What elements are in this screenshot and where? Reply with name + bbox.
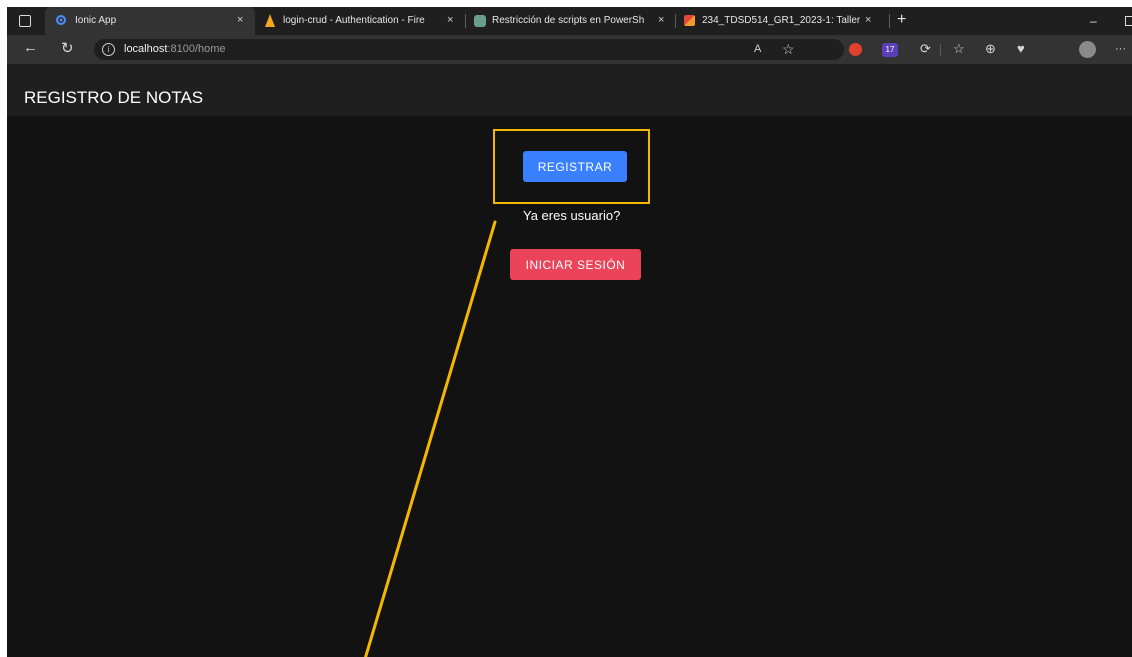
annotation-arrow <box>364 220 497 657</box>
browser-window: Ionic App × login-crud - Authentication … <box>7 7 1132 657</box>
annotation-arrow-line <box>364 220 497 657</box>
